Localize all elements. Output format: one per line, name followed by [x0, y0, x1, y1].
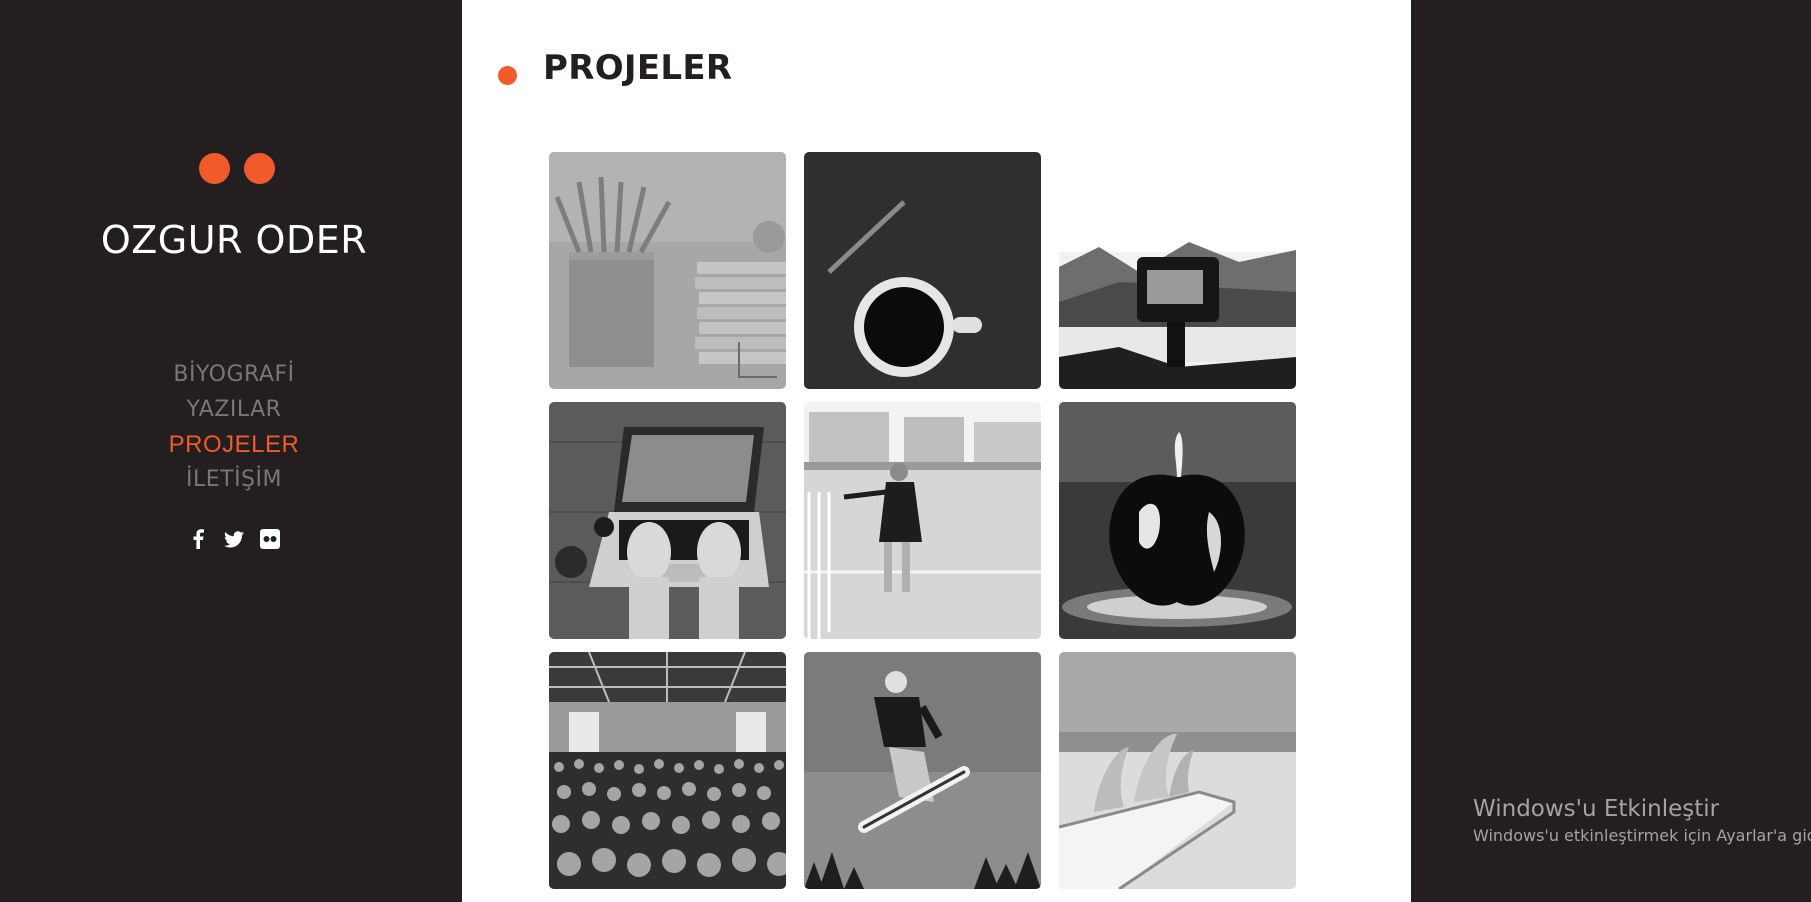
page-title: PROJELER [543, 48, 733, 88]
logo[interactable] [199, 153, 275, 184]
brand-name[interactable]: OZGUR ODER [0, 218, 468, 262]
gallery-item-coffee[interactable] [804, 152, 1041, 389]
gallery-item-surfboard[interactable] [1059, 652, 1296, 889]
activation-title: Windows'u Etkinleştir [1473, 796, 1720, 822]
gallery-item-laptop[interactable] [549, 402, 786, 639]
nav-item-biyografi[interactable]: BİYOGRAFİ [0, 357, 468, 392]
main-nav: BİYOGRAFİ YAZILAR PROJELER İLETİŞİM [0, 357, 468, 497]
nav-item-projeler[interactable]: PROJELER [0, 427, 468, 462]
surfboard-photo [1059, 652, 1296, 889]
snowboard-photo [804, 652, 1041, 889]
title-bullet [498, 66, 517, 85]
social-links [0, 528, 468, 550]
activation-subtitle: Windows'u etkinleştirmek için Ayarlar'a … [1473, 826, 1811, 845]
conference-photo [549, 652, 786, 889]
gallery-item-pencils[interactable] [549, 152, 786, 389]
gallery-item-conference[interactable] [549, 652, 786, 889]
apple-photo [1059, 402, 1296, 639]
flickr-icon[interactable] [259, 528, 281, 550]
twitter-icon[interactable] [223, 528, 245, 550]
pencils-photo [549, 152, 786, 389]
laptop-photo [549, 402, 786, 639]
gallery-item-camera[interactable] [1059, 152, 1296, 389]
gallery-item-snowboard[interactable] [804, 652, 1041, 889]
project-gallery [549, 152, 1296, 889]
nav-item-yazilar[interactable]: YAZILAR [0, 392, 468, 427]
gallery-item-apple[interactable] [1059, 402, 1296, 639]
facebook-icon[interactable] [187, 528, 209, 550]
gallery-item-rooftop[interactable] [804, 402, 1041, 639]
sidebar: OZGUR ODER BİYOGRAFİ YAZILAR PROJELER İL… [0, 0, 462, 902]
camera-photo [1059, 152, 1296, 389]
nav-item-iletisim[interactable]: İLETİŞİM [0, 462, 468, 497]
rooftop-photo [804, 402, 1041, 639]
main-content: PROJELER [462, 0, 1411, 902]
windows-activation-watermark: Windows'u Etkinleştir Windows'u etkinleş… [1473, 796, 1811, 845]
logo-dot-right [244, 153, 275, 184]
coffee-photo [804, 152, 1041, 389]
logo-dot-left [199, 153, 230, 184]
